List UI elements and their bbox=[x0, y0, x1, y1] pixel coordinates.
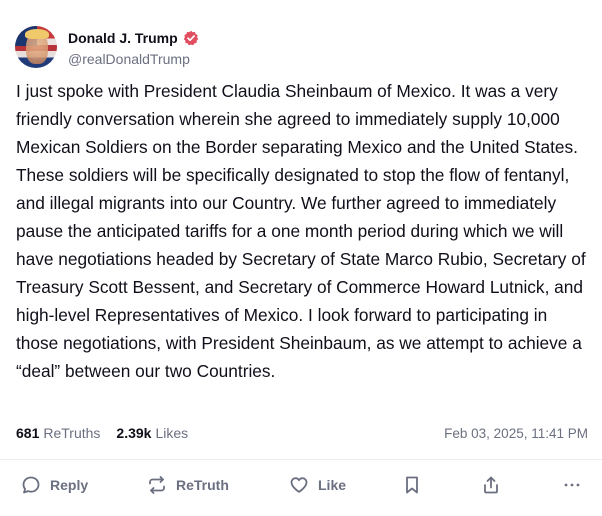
action-bar: Reply ReTruth Like bbox=[0, 470, 602, 500]
post-timestamp[interactable]: Feb 03, 2025, 11:41 PM bbox=[444, 426, 588, 441]
more-options-button[interactable] bbox=[562, 470, 582, 500]
heart-icon bbox=[290, 477, 308, 493]
bookmark-button[interactable] bbox=[402, 470, 422, 500]
like-button[interactable]: Like bbox=[289, 470, 346, 500]
chat-bubble-icon bbox=[22, 476, 40, 494]
divider bbox=[0, 459, 602, 460]
repost-arrows-icon bbox=[149, 476, 165, 494]
more-dots-icon bbox=[564, 483, 580, 487]
name-row: Donald J. Trump bbox=[68, 28, 199, 48]
likes-label[interactable]: Likes bbox=[155, 425, 188, 441]
retruth-label: ReTruth bbox=[176, 477, 229, 493]
author-display-name[interactable]: Donald J. Trump bbox=[68, 30, 178, 46]
like-label: Like bbox=[318, 477, 347, 493]
post-header: Donald J. Trump @realDonaldTrump bbox=[15, 25, 199, 69]
reply-button[interactable]: Reply bbox=[21, 470, 88, 500]
share-icon bbox=[484, 476, 498, 494]
post-stats: 681 ReTruths 2.39k Likes Feb 03, 2025, 1… bbox=[16, 424, 588, 442]
truth-post: Donald J. Trump @realDonaldTrump I just … bbox=[0, 0, 602, 516]
author-handle[interactable]: @realDonaldTrump bbox=[68, 51, 199, 67]
retruths-count[interactable]: 681 bbox=[16, 425, 39, 441]
share-button[interactable] bbox=[481, 470, 501, 500]
likes-count[interactable]: 2.39k bbox=[116, 425, 151, 441]
retruths-label[interactable]: ReTruths bbox=[43, 425, 100, 441]
avatar[interactable] bbox=[15, 26, 57, 68]
retruth-button[interactable]: ReTruth bbox=[147, 470, 229, 500]
author-info: Donald J. Trump @realDonaldTrump bbox=[68, 28, 199, 67]
verified-badge-icon bbox=[183, 30, 198, 45]
reply-label: Reply bbox=[50, 477, 89, 493]
bookmark-icon bbox=[406, 476, 418, 494]
post-text: I just spoke with President Claudia Shei… bbox=[16, 81, 586, 381]
